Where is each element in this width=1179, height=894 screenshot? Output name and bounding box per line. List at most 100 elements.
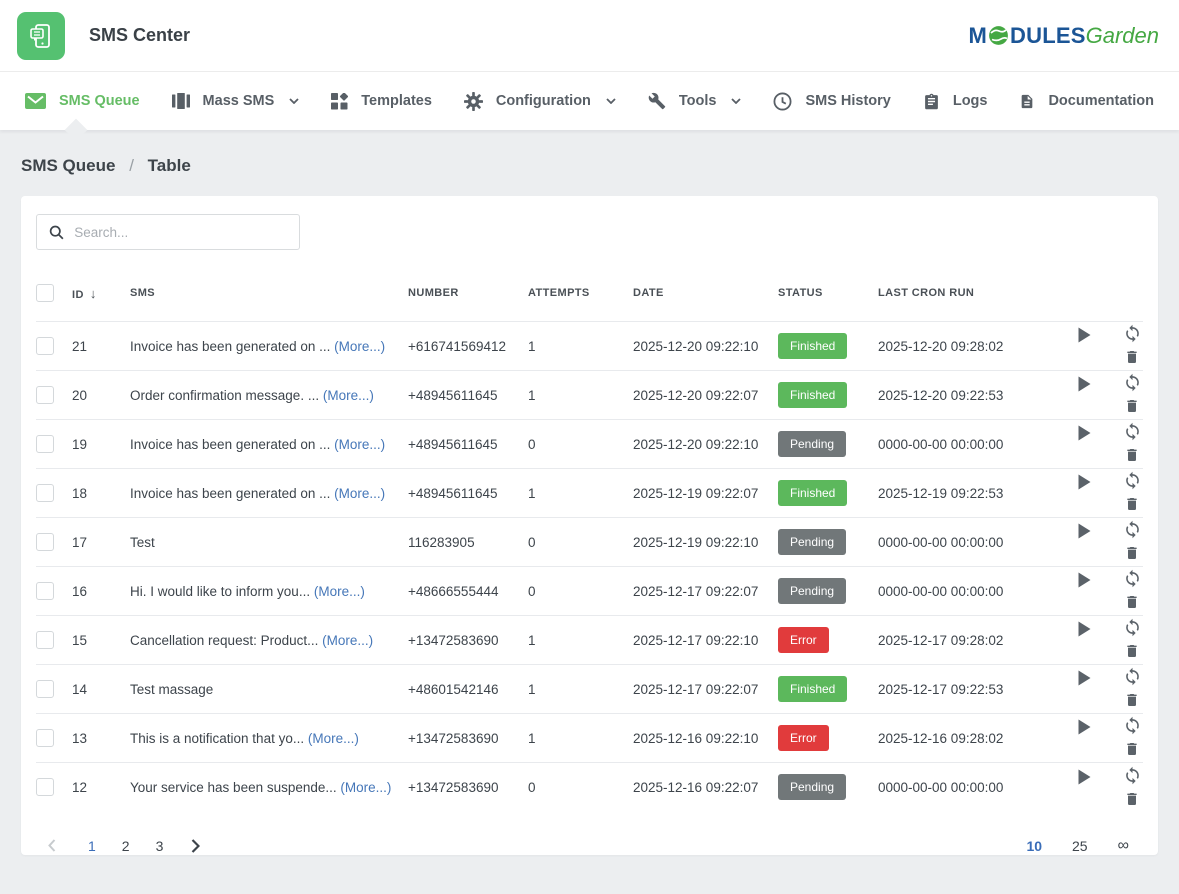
nav-item-templates[interactable]: Templates (331, 93, 432, 110)
page-size-10[interactable]: 10 (1026, 838, 1042, 854)
run-button[interactable] (1073, 618, 1095, 640)
run-button[interactable] (1073, 324, 1095, 346)
row-checkbox[interactable] (36, 533, 54, 551)
delete-button[interactable] (1121, 395, 1143, 417)
run-button[interactable] (1073, 422, 1095, 444)
row-checkbox[interactable] (36, 435, 54, 453)
run-button[interactable] (1073, 471, 1095, 493)
row-date: 2025-12-17 09:22:07 (633, 665, 778, 714)
column-header-attempts[interactable]: ATTEMPTS (528, 270, 633, 322)
delete-button[interactable] (1121, 689, 1143, 711)
resend-button[interactable] (1121, 715, 1143, 737)
row-checkbox[interactable] (36, 631, 54, 649)
delete-button[interactable] (1121, 346, 1143, 368)
run-button[interactable] (1073, 716, 1095, 738)
delete-button[interactable] (1121, 788, 1143, 810)
page-size-all[interactable]: ∞ (1118, 837, 1129, 855)
delete-button[interactable] (1121, 640, 1143, 662)
delete-button[interactable] (1121, 591, 1143, 613)
more-link[interactable]: (More...) (322, 633, 373, 648)
more-link[interactable]: (More...) (314, 584, 365, 599)
page-number-1[interactable]: 1 (88, 838, 96, 854)
resend-button[interactable] (1121, 519, 1143, 541)
run-button[interactable] (1073, 569, 1095, 591)
delete-button[interactable] (1121, 493, 1143, 515)
more-link[interactable]: (More...) (334, 486, 385, 501)
page-prev-button[interactable] (42, 835, 62, 856)
nav-item-documentation[interactable]: Documentation (1019, 92, 1154, 111)
page-size-selector: 10 25 ∞ (1026, 837, 1141, 855)
page-number-3[interactable]: 3 (156, 838, 164, 854)
play-icon (1077, 719, 1091, 735)
row-checkbox[interactable] (36, 386, 54, 404)
sms-center-app-icon (17, 12, 65, 60)
delete-button[interactable] (1121, 444, 1143, 466)
nav-item-mass-sms[interactable]: Mass SMS (172, 93, 300, 109)
column-header-status[interactable]: STATUS (778, 270, 878, 322)
nav-item-configuration[interactable]: Configuration (464, 92, 616, 111)
more-link[interactable]: (More...) (308, 731, 359, 746)
sms-phone-icon (26, 21, 56, 51)
row-id: 19 (72, 420, 130, 469)
column-header-last-cron-run[interactable]: LAST CRON RUN (878, 270, 1023, 322)
select-all-checkbox[interactable] (36, 284, 54, 302)
row-id: 13 (72, 714, 130, 763)
nav-item-tools[interactable]: Tools (648, 92, 742, 110)
page-next-button[interactable] (185, 835, 206, 857)
more-link[interactable]: (More...) (340, 780, 391, 795)
nav-item-sms-history[interactable]: SMS History (773, 92, 890, 111)
more-link[interactable]: (More...) (334, 437, 385, 452)
row-id: 12 (72, 763, 130, 812)
row-checkbox[interactable] (36, 582, 54, 600)
status-badge: Pending (778, 578, 846, 604)
table-row: 14 Test massage +48601542146 1 2025-12-1… (36, 665, 1143, 714)
row-number: 116283905 (408, 518, 528, 567)
resend-button[interactable] (1121, 764, 1143, 786)
chevron-down-icon (289, 98, 299, 104)
search-input[interactable] (74, 225, 289, 240)
row-checkbox[interactable] (36, 729, 54, 747)
row-checkbox[interactable] (36, 484, 54, 502)
resend-button[interactable] (1121, 568, 1143, 590)
logo-text-garden: Garden (1086, 23, 1159, 49)
sms-queue-card: ID↓ SMS NUMBER ATTEMPTS DATE STATUS LAST… (21, 196, 1158, 855)
more-link[interactable]: (More...) (323, 388, 374, 403)
sms-text: This is a notification that yo... (130, 731, 304, 746)
breadcrumb-section[interactable]: SMS Queue (21, 156, 115, 175)
resend-button[interactable] (1121, 470, 1143, 492)
column-header-date[interactable]: DATE (633, 270, 778, 322)
columns-icon (172, 93, 190, 109)
row-checkbox[interactable] (36, 337, 54, 355)
more-link[interactable]: (More...) (334, 339, 385, 354)
trash-icon (1124, 691, 1140, 709)
resend-button[interactable] (1121, 666, 1143, 688)
column-header-sms[interactable]: SMS (130, 270, 408, 322)
row-last-cron: 0000-00-00 00:00:00 (878, 518, 1023, 567)
page-size-25[interactable]: 25 (1072, 838, 1088, 854)
search-icon (49, 224, 64, 241)
nav-item-sms-queue[interactable]: SMS Queue (25, 93, 140, 109)
status-badge: Finished (778, 676, 847, 702)
row-date: 2025-12-19 09:22:07 (633, 469, 778, 518)
trash-icon (1124, 446, 1140, 464)
resend-button[interactable] (1121, 372, 1143, 394)
trash-icon (1124, 790, 1140, 808)
resend-button[interactable] (1121, 617, 1143, 639)
run-button[interactable] (1073, 520, 1095, 542)
run-button[interactable] (1073, 766, 1095, 788)
run-button[interactable] (1073, 373, 1095, 395)
gear-icon (464, 92, 483, 111)
delete-button[interactable] (1121, 542, 1143, 564)
row-date: 2025-12-20 09:22:10 (633, 322, 778, 371)
row-checkbox[interactable] (36, 778, 54, 796)
column-header-id[interactable]: ID↓ (72, 270, 130, 322)
column-header-number[interactable]: NUMBER (408, 270, 528, 322)
page-number-2[interactable]: 2 (122, 838, 130, 854)
nav-item-logs[interactable]: Logs (923, 92, 988, 111)
row-checkbox[interactable] (36, 680, 54, 698)
delete-button[interactable] (1121, 738, 1143, 760)
table-row: 21 Invoice has been generated on ... (Mo… (36, 322, 1143, 371)
run-button[interactable] (1073, 667, 1095, 689)
resend-button[interactable] (1121, 421, 1143, 443)
resend-button[interactable] (1121, 323, 1143, 345)
